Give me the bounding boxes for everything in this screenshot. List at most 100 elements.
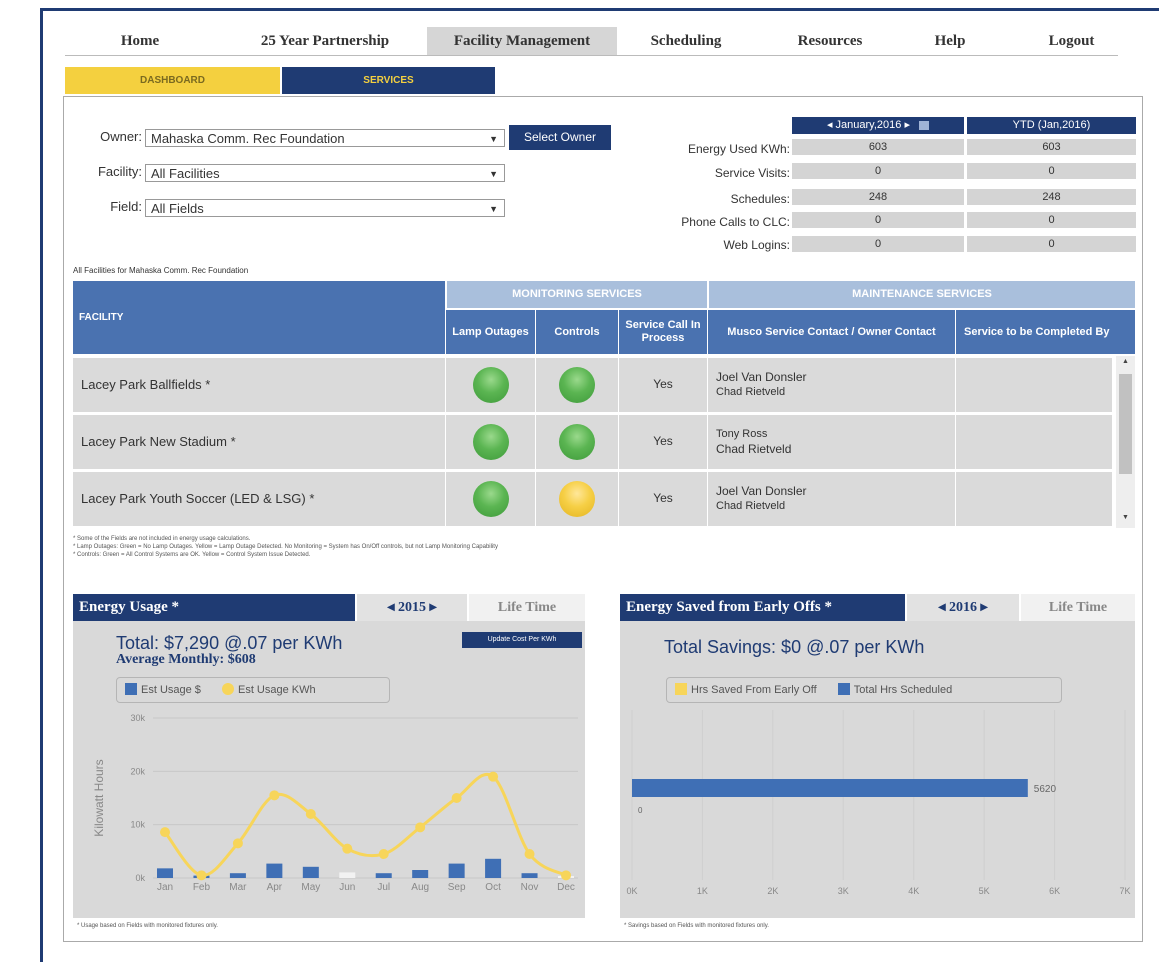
- usage-dollar-bar: [375, 873, 392, 878]
- controls-cell: [535, 472, 618, 526]
- controls-status-green-icon: [559, 424, 595, 460]
- stat-ytd-logins: 0: [967, 236, 1136, 252]
- usage-kwh-point: [196, 870, 207, 881]
- field-label: Field:: [110, 199, 142, 214]
- stat-label-energy: Energy Used KWh:: [687, 142, 790, 156]
- completed-by-cell: [955, 472, 1112, 526]
- usage-kwh-point: [269, 790, 280, 801]
- service-call-cell: Yes: [618, 415, 707, 469]
- nav-scheduling[interactable]: Scheduling: [621, 27, 751, 55]
- note-line: * Lamp Outages: Green = No Lamp Outages.…: [73, 544, 498, 550]
- usage-dollar-bar: [229, 873, 246, 878]
- scrollbar-thumb[interactable]: [1119, 374, 1132, 474]
- x-tick-label: May: [301, 882, 320, 893]
- usage-footnote: * Usage based on Fields with monitored f…: [77, 923, 218, 929]
- contact-cell: Joel Van Donsler Chad Rietveld: [707, 358, 955, 412]
- service-call-value: Yes: [653, 491, 673, 505]
- usage-kwh-point: [232, 838, 243, 849]
- monitoring-header: MONITORING SERVICES: [447, 281, 707, 308]
- main-nav: Home 25 Year Partnership Facility Manage…: [65, 27, 1118, 56]
- facility-name[interactable]: Lacey Park Youth Soccer (LED & LSG) *: [81, 491, 314, 506]
- tab-services[interactable]: SERVICES: [282, 67, 495, 94]
- completed-by-cell: [955, 358, 1112, 412]
- stat-label-logins: Web Logins:: [723, 238, 791, 252]
- facility-name[interactable]: Lacey Park New Stadium *: [81, 434, 236, 449]
- dropdown-arrow-icon: ▼: [489, 169, 498, 179]
- dropdown-arrow-icon: ▼: [489, 134, 498, 144]
- y-tick-label: 30k: [130, 713, 145, 723]
- stat-ytd-schedules: 248: [967, 189, 1136, 205]
- usage-dollar-bar: [521, 873, 538, 878]
- legend-swatch-usage-dollars: [125, 683, 137, 696]
- total-hrs-label: 5620: [1034, 784, 1057, 795]
- total-hrs-bar: [632, 779, 1028, 797]
- controls-status-yellow-icon: [559, 481, 595, 517]
- x-tick-label: 0K: [626, 886, 637, 896]
- stat-ytd-calls: 0: [967, 212, 1136, 228]
- stat-period-logins: 0: [792, 236, 964, 252]
- service-call-value: Yes: [653, 434, 673, 448]
- table-row[interactable]: Lacey Park Ballfields * Yes Joel Van Don…: [73, 356, 1112, 412]
- owner-value: Mahaska Comm. Rec Foundation: [151, 131, 345, 146]
- table-scrollbar[interactable]: ▲ ▼: [1116, 356, 1135, 528]
- usage-dollar-bar: [412, 870, 429, 878]
- usage-lifetime-tab[interactable]: Life Time: [469, 594, 585, 621]
- facility-header: FACILITY: [73, 281, 445, 354]
- scroll-up-icon[interactable]: ▲: [1122, 358, 1129, 365]
- controls-cell: [535, 358, 618, 412]
- saved-lifetime-tab[interactable]: Life Time: [1021, 594, 1135, 621]
- energy-usage-chart: 0k 10k 20k 30k Kilowatt Hours Jan Feb Mar Apr May…: [92, 713, 578, 893]
- usage-dollar-bar: [339, 872, 356, 878]
- nav-home[interactable]: Home: [65, 27, 215, 55]
- x-tick-label: 1K: [697, 886, 708, 896]
- nav-partnership[interactable]: 25 Year Partnership: [235, 27, 415, 55]
- usage-year-nav[interactable]: ◂ 2015 ▸: [357, 594, 467, 621]
- calendar-icon[interactable]: [919, 120, 930, 130]
- legend-usage-dollars[interactable]: Est Usage $: [141, 684, 201, 696]
- nav-resources[interactable]: Resources: [765, 27, 895, 55]
- usage-kwh-point: [378, 849, 389, 859]
- saved-total: Total Savings: $0 @.07 per KWh: [664, 637, 925, 657]
- saved-year-nav[interactable]: ◂ 2016 ▸: [907, 594, 1019, 621]
- x-tick-label: Mar: [229, 882, 247, 893]
- musco-contact: Tony Ross: [716, 428, 768, 440]
- x-tick-label: 2K: [767, 886, 778, 896]
- field-select[interactable]: All Fields ▼: [145, 199, 505, 217]
- table-row[interactable]: Lacey Park New Stadium * Yes Tony Ross Ch…: [73, 413, 1112, 469]
- legend-hrs-saved[interactable]: Hrs Saved From Early Off: [691, 684, 817, 696]
- service-call-cell: Yes: [618, 472, 707, 526]
- stat-ytd-visits: 0: [967, 163, 1136, 179]
- stat-label-visits: Service Visits:: [714, 166, 790, 180]
- owner-label: Owner:: [100, 129, 142, 144]
- x-tick-label: Aug: [411, 882, 429, 893]
- nav-logout[interactable]: Logout: [1025, 27, 1118, 55]
- update-cost-button[interactable]: Update Cost Per KWh: [462, 632, 582, 648]
- legend-total-hrs[interactable]: Total Hrs Scheduled: [854, 684, 952, 696]
- y-tick-label: 10k: [130, 820, 145, 830]
- musco-contact: Joel Van Donsler: [716, 484, 807, 498]
- x-tick-label: 3K: [838, 886, 849, 896]
- table-row[interactable]: Lacey Park Youth Soccer (LED & LSG) * Ye…: [73, 470, 1112, 526]
- stat-period-energy: 603: [792, 139, 964, 155]
- period-nav[interactable]: ◂ January,2016 ▸: [792, 117, 964, 134]
- tab-dashboard[interactable]: DASHBOARD: [65, 67, 280, 94]
- x-tick-label: Oct: [485, 882, 501, 893]
- legend-swatch-usage-kwh: [221, 683, 234, 696]
- saved-footnote: * Savings based on Fields with monitored…: [624, 923, 769, 929]
- lamp-cell: [445, 472, 535, 526]
- owner-select[interactable]: Mahaska Comm. Rec Foundation ▼: [145, 129, 505, 147]
- col-contact: Musco Service Contact / Owner Contact: [707, 310, 955, 354]
- nav-help[interactable]: Help: [905, 27, 995, 55]
- stat-label-calls: Phone Calls to CLC:: [681, 215, 790, 229]
- musco-contact: Joel Van Donsler: [716, 370, 807, 384]
- scroll-down-icon[interactable]: ▼: [1122, 514, 1129, 521]
- nav-facility-management[interactable]: Facility Management: [427, 27, 617, 55]
- facility-name[interactable]: Lacey Park Ballfields *: [81, 377, 210, 392]
- facility-select[interactable]: All Facilities ▼: [145, 164, 505, 182]
- service-call-value: Yes: [653, 377, 673, 391]
- hrs-saved-label: 0: [638, 806, 643, 815]
- y-tick-label: 0k: [135, 873, 145, 883]
- legend-usage-kwh[interactable]: Est Usage KWh: [238, 684, 316, 696]
- usage-kwh-point: [488, 771, 499, 782]
- usage-kwh-point: [415, 822, 426, 833]
